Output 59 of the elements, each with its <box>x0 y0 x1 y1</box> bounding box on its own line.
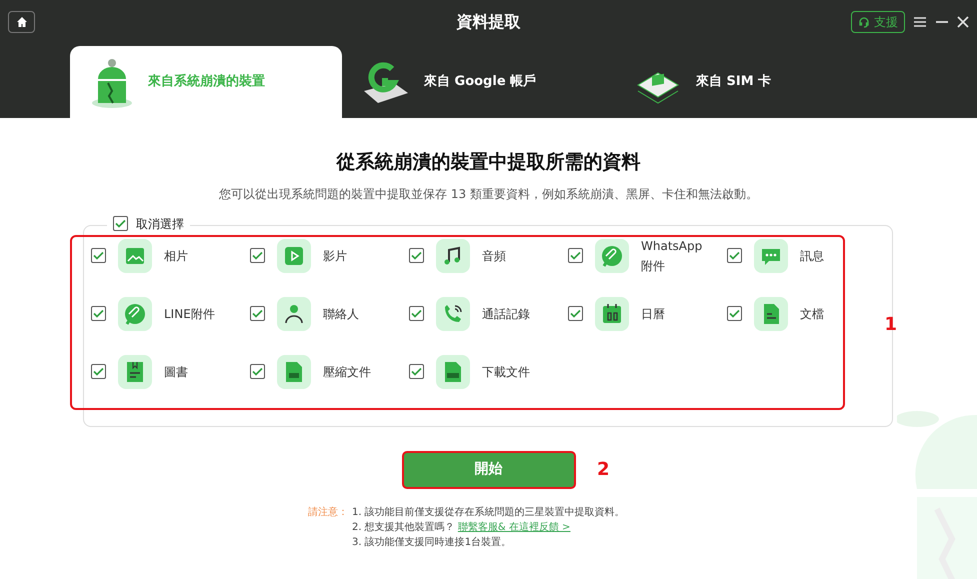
data-type-label: 聯絡人 <box>323 306 359 322</box>
window-title: 資料提取 <box>456 11 520 33</box>
data-type-label: 圖書 <box>164 364 188 380</box>
photo-icon <box>118 238 152 272</box>
data-type-checkbox[interactable] <box>568 248 583 263</box>
headset-icon <box>858 16 870 28</box>
data-type-checkbox[interactable] <box>91 364 106 379</box>
book-icon <box>118 354 152 388</box>
page-heading: 從系統崩潰的裝置中提取所需的資料 <box>335 150 642 175</box>
data-type-checkbox[interactable] <box>250 248 265 263</box>
data-type-label: LINE附件 <box>164 306 215 322</box>
feedback-link[interactable]: 聯繫客服& 在這裡反饋 > <box>458 522 570 532</box>
data-type-label: 影片 <box>323 248 347 264</box>
tab[interactable]: 來自 Google 帳戶 <box>342 46 614 118</box>
audio-icon <box>436 238 470 272</box>
data-type-label: 相片 <box>164 248 188 264</box>
tab[interactable]: 來自 SIM 卡 <box>614 46 886 118</box>
note-line: 1. 該功能目前僅支援從存在系統問題的三星裝置中提取資料。 <box>352 506 625 520</box>
note-line: 2. 想支援其他裝置嗎？ 聯繫客服& 在這裡反饋 > <box>352 520 572 534</box>
support-button[interactable]: 支援 <box>851 11 905 33</box>
notes-title: 請注意： <box>308 506 348 520</box>
data-type-label: 音頻 <box>482 248 506 264</box>
attachment-icon <box>118 296 152 330</box>
home-button[interactable] <box>8 11 35 33</box>
close-icon[interactable] <box>957 16 969 28</box>
data-type-checkbox[interactable] <box>409 306 424 321</box>
select-all-label: 取消選擇 <box>136 216 184 232</box>
data-type-label: 文檔 <box>800 306 824 322</box>
data-type-label: 日曆 <box>641 306 665 322</box>
calendar-icon <box>595 296 629 330</box>
data-type-label: WhatsApp 附件 <box>641 238 702 274</box>
data-type-checkbox[interactable] <box>91 248 106 263</box>
tab[interactable]: 來自系統崩潰的裝置 <box>70 46 342 118</box>
contact-icon <box>277 296 311 330</box>
data-type-label: 通話記錄 <box>482 306 530 322</box>
home-icon <box>16 16 28 28</box>
data-type-label: 訊息 <box>800 248 824 264</box>
data-type-label: 下載文件 <box>482 364 530 380</box>
attachment-icon <box>595 238 629 272</box>
step-number: 1 <box>884 312 897 336</box>
note-line: 3. 該功能僅支援同時連接1台裝置。 <box>352 536 512 550</box>
video-icon <box>277 238 311 272</box>
data-type-checkbox[interactable] <box>91 306 106 321</box>
data-type-checkbox[interactable] <box>568 306 583 321</box>
message-icon <box>754 238 788 272</box>
data-type-checkbox[interactable] <box>409 248 424 263</box>
data-type-checkbox[interactable] <box>727 306 742 321</box>
data-type-checkbox[interactable] <box>250 306 265 321</box>
start-button[interactable]: 開始 <box>402 450 576 488</box>
data-type-checkbox[interactable] <box>727 248 742 263</box>
data-type-checkbox[interactable] <box>250 364 265 379</box>
step-number: 2 <box>597 458 610 482</box>
call-icon <box>436 296 470 330</box>
menu-icon[interactable] <box>913 16 927 28</box>
page-subtitle: 您可以從出現系統問題的裝置中提取並保存 13 類重要資料，例如系統崩潰、黑屏、卡住和無法啟動。 <box>218 186 759 202</box>
document-icon <box>754 296 788 330</box>
data-type-checkbox[interactable] <box>409 364 424 379</box>
select-all-checkbox[interactable] <box>113 216 128 231</box>
data-type-label: 壓縮文件 <box>323 364 371 380</box>
